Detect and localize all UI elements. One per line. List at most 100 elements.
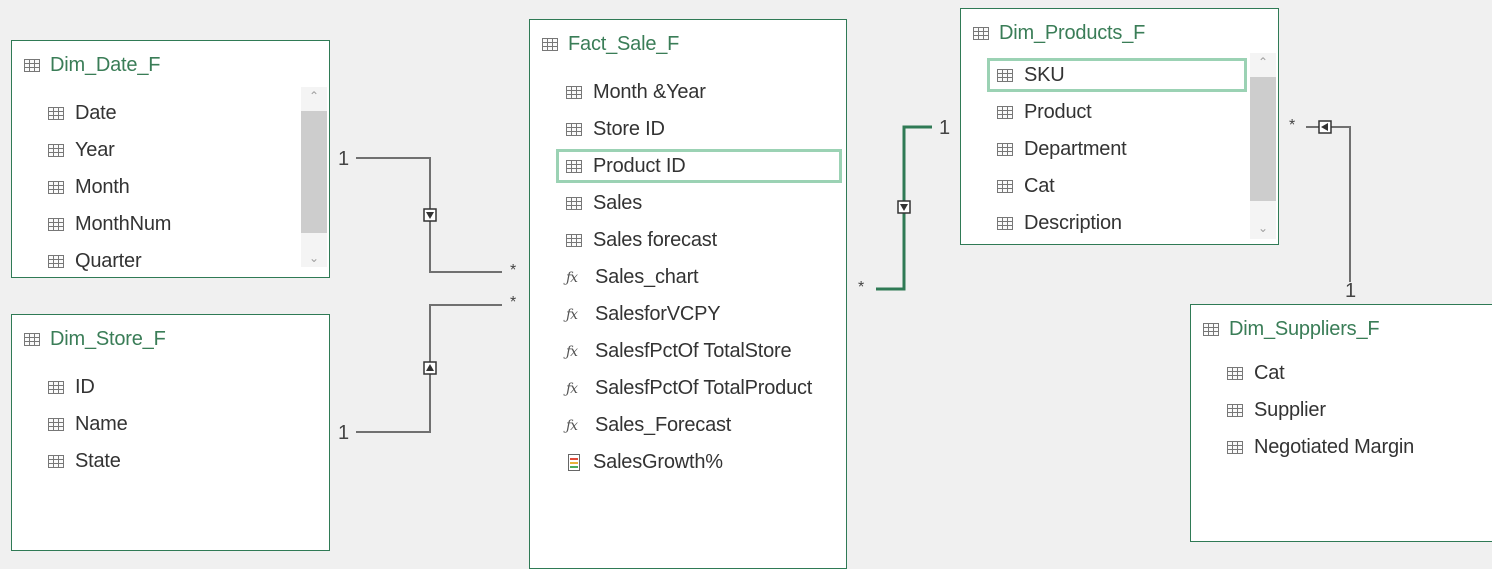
field-quarter[interactable]: Quarter — [48, 243, 171, 277]
table-title: Dim_Products_F — [999, 21, 1146, 44]
field-list: Date Year Month MonthNum Quarter — [48, 95, 171, 277]
column-icon — [566, 160, 582, 173]
field-cat[interactable]: Cat — [1227, 355, 1414, 392]
table-header[interactable]: Fact_Sale_F — [542, 32, 679, 56]
field-product-id[interactable]: Product ID — [556, 148, 842, 185]
column-icon — [997, 69, 1013, 82]
column-icon — [1227, 404, 1243, 417]
field-label: Year — [75, 139, 115, 161]
field-label: SalesGrowth% — [593, 451, 723, 473]
measure-salesforvcpy[interactable]: ƒx SalesforVCPY — [566, 296, 836, 333]
field-sku[interactable]: SKU — [987, 57, 1247, 94]
table-icon — [24, 332, 40, 346]
field-state[interactable]: State — [48, 443, 128, 480]
field-label: Negotiated Margin — [1254, 436, 1415, 458]
field-label: Sales — [593, 192, 643, 214]
field-id[interactable]: ID — [48, 369, 128, 406]
cardinality-store-one: 1 — [338, 422, 350, 444]
field-label: Store ID — [593, 118, 665, 140]
field-label: Product ID — [593, 155, 686, 177]
fx-icon: ƒx — [566, 269, 578, 286]
column-icon — [997, 180, 1013, 193]
column-icon — [566, 123, 582, 136]
field-monthnum[interactable]: MonthNum — [48, 206, 171, 243]
column-icon — [48, 218, 64, 231]
field-cat[interactable]: Cat — [997, 168, 1241, 205]
column-icon — [48, 181, 64, 194]
table-fact-sale[interactable]: Fact_Sale_F Month &Year Store ID Product… — [529, 19, 847, 569]
column-icon — [997, 143, 1013, 156]
field-label: Description — [1024, 212, 1122, 234]
field-negotiated-margin[interactable]: Negotiated Margin — [1227, 429, 1414, 466]
fx-icon: ƒx — [566, 380, 578, 397]
field-description[interactable]: Description — [997, 205, 1241, 242]
table-icon — [973, 26, 989, 40]
filter-arrow-up-icon — [423, 361, 437, 375]
field-label: Sales forecast — [593, 229, 717, 251]
table-dim-suppliers[interactable]: Dim_Suppliers_F Cat Supplier Negotiated … — [1190, 304, 1492, 542]
scroll-thumb[interactable] — [301, 111, 327, 233]
scroll-down-icon[interactable]: ⌄ — [1250, 219, 1276, 237]
measure-sales-forecast[interactable]: ƒx Sales_Forecast — [566, 407, 836, 444]
filter-arrow-down-icon — [897, 200, 911, 214]
measure-pct-store[interactable]: ƒx SalesfPctOf TotalStore — [566, 333, 836, 370]
scrollbar[interactable]: ⌃ ⌄ — [1250, 53, 1276, 239]
column-icon — [48, 255, 64, 268]
field-list: SKU Product Department Cat Description — [987, 57, 1247, 242]
field-supplier[interactable]: Supplier — [1227, 392, 1414, 429]
table-header[interactable]: Dim_Suppliers_F — [1203, 317, 1380, 341]
field-product[interactable]: Product — [997, 94, 1241, 131]
table-dim-products[interactable]: Dim_Products_F SKU Product Department Ca… — [960, 8, 1279, 245]
field-sales[interactable]: Sales — [566, 185, 836, 222]
table-title: Dim_Suppliers_F — [1229, 317, 1380, 340]
field-label: Sales_Forecast — [595, 414, 732, 436]
cardinality-store-many: * — [510, 294, 517, 311]
field-sales-forecast[interactable]: Sales forecast — [566, 222, 836, 259]
filter-arrow-left-icon — [1318, 120, 1332, 134]
measure-sales-chart[interactable]: ƒx Sales_chart — [566, 259, 836, 296]
scroll-down-icon[interactable]: ⌄ — [301, 249, 327, 267]
field-store-id[interactable]: Store ID — [566, 111, 836, 148]
column-icon — [1227, 367, 1243, 380]
fx-icon: ƒx — [566, 343, 578, 360]
table-header[interactable]: Dim_Store_F — [24, 327, 166, 351]
field-label: Month &Year — [593, 81, 706, 103]
table-title: Dim_Store_F — [50, 327, 166, 350]
scroll-up-icon[interactable]: ⌃ — [1250, 53, 1276, 71]
table-header[interactable]: Dim_Products_F — [973, 21, 1145, 45]
field-label: State — [75, 450, 121, 472]
table-dim-date[interactable]: Dim_Date_F Date Year Month MonthNum Quar… — [11, 40, 330, 278]
field-name[interactable]: Name — [48, 406, 128, 443]
field-year[interactable]: Year — [48, 132, 171, 169]
cardinality-products-many: * — [1289, 117, 1296, 134]
table-header[interactable]: Dim_Date_F — [24, 53, 160, 77]
scroll-thumb[interactable] — [1250, 77, 1276, 201]
field-label: Quarter — [75, 250, 142, 272]
column-icon — [997, 106, 1013, 119]
scrollbar[interactable]: ⌃ ⌄ — [301, 87, 327, 267]
field-month[interactable]: Month — [48, 169, 171, 206]
measure-pct-product[interactable]: ƒx SalesfPctOf TotalProduct — [566, 370, 836, 407]
field-label: MonthNum — [75, 213, 172, 235]
field-month-year[interactable]: Month &Year — [566, 74, 836, 111]
table-icon — [24, 58, 40, 72]
field-department[interactable]: Department — [997, 131, 1241, 168]
fx-icon: ƒx — [566, 306, 578, 323]
relationship-line-products-suppliers[interactable] — [1306, 126, 1351, 282]
field-date[interactable]: Date — [48, 95, 171, 132]
field-label: Name — [75, 413, 128, 435]
cardinality-fact-many: * — [858, 279, 865, 296]
cardinality-products-one: 1 — [939, 117, 951, 139]
field-label: Department — [1024, 138, 1127, 160]
field-label: ID — [75, 376, 95, 398]
field-label: SalesfPctOf TotalProduct — [595, 377, 813, 399]
column-icon — [48, 107, 64, 120]
scroll-up-icon[interactable]: ⌃ — [301, 87, 327, 105]
kpi-icon — [568, 454, 580, 471]
table-dim-store[interactable]: Dim_Store_F ID Name State — [11, 314, 330, 551]
kpi-sales-growth[interactable]: SalesGrowth% — [566, 444, 836, 481]
column-icon — [1227, 441, 1243, 454]
field-label: Month — [75, 176, 130, 198]
field-label: Cat — [1024, 175, 1055, 197]
table-icon — [1203, 322, 1219, 336]
